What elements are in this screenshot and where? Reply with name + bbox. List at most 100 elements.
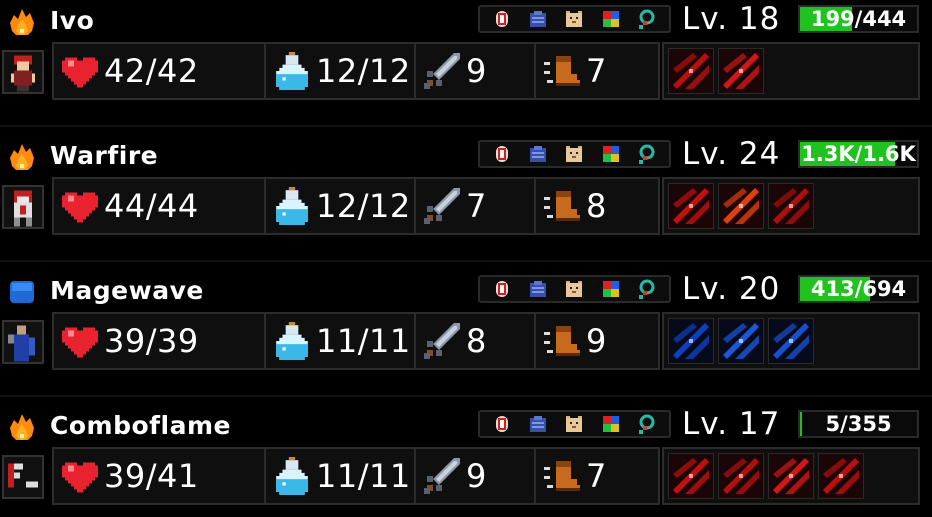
ring-icon[interactable]: [634, 8, 660, 30]
attack-value: 9: [466, 52, 487, 90]
crossed-swords-skill-icon[interactable]: [768, 183, 814, 229]
character-header: Magewave Lv. 20 413/694: [0, 270, 932, 310]
stat-panel: 44/44 12/12 7 8: [52, 177, 660, 235]
equipment-bar: [478, 275, 671, 303]
sword-icon: [422, 51, 462, 91]
fiery-aura-skill-icon[interactable]: [718, 183, 764, 229]
armor-icon[interactable]: [525, 413, 551, 435]
portrait-red-armored-knight[interactable]: [2, 185, 44, 229]
hp-stat: 42/42: [54, 44, 266, 98]
red-claw-skill-icon[interactable]: [718, 453, 764, 499]
ring-icon[interactable]: [634, 143, 660, 165]
crimson-slash-skill-icon[interactable]: [668, 48, 714, 94]
portrait-red-haired-warrior[interactable]: [2, 50, 44, 94]
character-card-warfire[interactable]: Warfire Lv. 24 1.3K/1.6K 44/44 12/12 7 8: [0, 135, 932, 270]
attack-stat: 8: [416, 314, 536, 368]
attack-value: 9: [466, 457, 487, 495]
speed-stat: 8: [536, 179, 658, 233]
mp-stat: 11/11: [266, 314, 416, 368]
xp-bar: 413/694: [798, 275, 919, 303]
equipment-bar: [478, 5, 671, 33]
potion-icon: [272, 51, 312, 91]
sword-icon: [422, 186, 462, 226]
mp-value: 12/12: [316, 52, 411, 90]
pet-icon[interactable]: [561, 278, 587, 300]
character-level: Lv. 18: [682, 1, 781, 37]
helmet-icon[interactable]: [489, 8, 515, 30]
pet-icon[interactable]: [561, 413, 587, 435]
blue-pillar-skill-icon[interactable]: [718, 318, 764, 364]
red-axe-skill-icon[interactable]: [668, 183, 714, 229]
boot-icon: [542, 51, 582, 91]
mp-value: 12/12: [316, 187, 411, 225]
equipment-bar: [478, 140, 671, 168]
heart-icon: [60, 456, 100, 496]
character-name: Warfire: [50, 141, 159, 170]
heart-icon: [60, 321, 100, 361]
hp-stat: 44/44: [54, 179, 266, 233]
character-header: Warfire Lv. 24 1.3K/1.6K: [0, 135, 932, 175]
character-name: Comboflame: [50, 411, 231, 440]
armor-icon[interactable]: [525, 278, 551, 300]
armor-icon[interactable]: [525, 143, 551, 165]
portrait-blue-robed-mage[interactable]: [2, 320, 44, 364]
helmet-icon[interactable]: [489, 278, 515, 300]
blue-wave-skill-icon[interactable]: [668, 318, 714, 364]
speed-stat: 7: [536, 44, 658, 98]
character-card-ivo[interactable]: Ivo Lv. 18 199/444 42/42 12/12 9 7: [0, 0, 932, 135]
gems-icon[interactable]: [598, 8, 624, 30]
sword-icon: [422, 456, 462, 496]
character-card-magewave[interactable]: Magewave Lv. 20 413/694 39/39 11/11 8 9: [0, 270, 932, 405]
equipment-bar: [478, 410, 671, 438]
hp-stat: 39/39: [54, 314, 266, 368]
heart-icon: [60, 51, 100, 91]
heart-icon: [60, 186, 100, 226]
xp-text: 199/444: [810, 7, 907, 31]
mp-stat: 11/11: [266, 449, 416, 503]
xp-bar: 1.3K/1.6K: [798, 140, 919, 168]
character-level: Lv. 24: [682, 136, 781, 172]
helmet-icon[interactable]: [489, 413, 515, 435]
armor-icon[interactable]: [525, 8, 551, 30]
red-shield-skill-icon[interactable]: [718, 48, 764, 94]
ring-icon[interactable]: [634, 413, 660, 435]
character-card-comboflame[interactable]: Comboflame Lv. 17 5/355 39/41 11/11 9 7: [0, 405, 932, 517]
gems-icon[interactable]: [598, 143, 624, 165]
mp-value: 11/11: [316, 457, 411, 495]
red-streaks-skill-icon[interactable]: [668, 453, 714, 499]
gems-icon[interactable]: [598, 413, 624, 435]
pet-icon[interactable]: [561, 8, 587, 30]
stat-panel: 39/39 11/11 8 9: [52, 312, 660, 370]
stat-panel: 39/41 11/11 9 7: [52, 447, 660, 505]
portrait-masked-fighter[interactable]: [2, 455, 44, 499]
character-level: Lv. 20: [682, 271, 781, 307]
hp-value: 42/42: [104, 52, 199, 90]
fire-icon: [8, 9, 36, 35]
xp-text: 5/355: [825, 412, 892, 436]
potion-icon: [272, 456, 312, 496]
blue-burst-skill-icon[interactable]: [768, 318, 814, 364]
speed-value: 7: [586, 457, 607, 495]
mp-value: 11/11: [316, 322, 411, 360]
water-icon: [8, 279, 36, 305]
helmet-icon[interactable]: [489, 143, 515, 165]
character-header: Comboflame Lv. 17 5/355: [0, 405, 932, 445]
red-beam-skill-icon[interactable]: [768, 453, 814, 499]
red-strike-skill-icon[interactable]: [818, 453, 864, 499]
skill-panel: [662, 312, 920, 370]
sword-icon: [422, 321, 462, 361]
xp-text: 413/694: [810, 277, 907, 301]
character-name: Magewave: [50, 276, 204, 305]
xp-text: 1.3K/1.6K: [801, 142, 916, 166]
mp-stat: 12/12: [266, 44, 416, 98]
mp-stat: 12/12: [266, 179, 416, 233]
hp-value: 39/39: [104, 322, 199, 360]
ring-icon[interactable]: [634, 278, 660, 300]
pet-icon[interactable]: [561, 143, 587, 165]
attack-value: 7: [466, 187, 487, 225]
attack-stat: 9: [416, 44, 536, 98]
speed-value: 7: [586, 52, 607, 90]
gems-icon[interactable]: [598, 278, 624, 300]
skill-panel: [662, 177, 920, 235]
fire-icon: [8, 144, 36, 170]
